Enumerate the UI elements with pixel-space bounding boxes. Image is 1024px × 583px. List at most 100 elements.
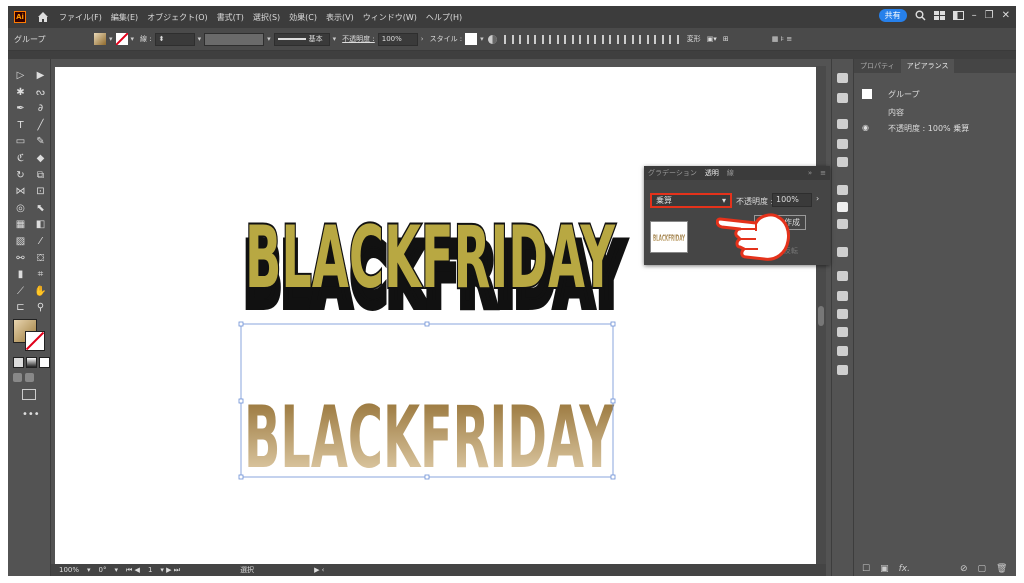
- column-graph-icon[interactable]: ▮: [14, 268, 27, 281]
- symbols-icon[interactable]: [837, 157, 848, 167]
- align-left-icon[interactable]: [503, 34, 514, 44]
- menu-edit[interactable]: 編集(E): [111, 12, 138, 23]
- rectangle-tool-icon[interactable]: ▭: [14, 135, 27, 148]
- zoom-tool-icon[interactable]: ⚲: [34, 301, 47, 314]
- stroke-swatch[interactable]: [25, 331, 45, 351]
- align-bottom-icon[interactable]: [578, 34, 589, 44]
- scroll-thumb[interactable]: [818, 306, 824, 326]
- tab-transparency[interactable]: 透明: [701, 168, 723, 178]
- top-blackfriday-artwork[interactable]: BLACKFRIDAY BLACKFRIDAY: [239, 206, 630, 331]
- tab-gradient[interactable]: グラデーション: [644, 168, 701, 178]
- duplicate-item-icon[interactable]: ▢: [978, 564, 987, 574]
- artboard-number[interactable]: 1: [148, 566, 152, 574]
- object-thumbnail[interactable]: BLACKFRIDAY: [650, 221, 688, 253]
- paintbrush-icon[interactable]: ✎: [34, 135, 47, 148]
- menu-type[interactable]: 書式(T): [217, 12, 244, 23]
- visibility-eye-icon[interactable]: ◉: [862, 123, 869, 132]
- distribute-hcenter-icon[interactable]: [653, 34, 664, 44]
- symbol-sprayer-icon[interactable]: ⛋: [34, 252, 47, 265]
- more-tools-icon[interactable]: •••: [22, 409, 40, 420]
- artboards-icon[interactable]: [837, 247, 848, 257]
- rotation-value[interactable]: 0°: [99, 566, 107, 574]
- distribute-left-icon[interactable]: [638, 34, 649, 44]
- trash-icon[interactable]: 🗑: [996, 564, 1007, 574]
- libraries-icon[interactable]: [837, 73, 848, 83]
- shape-builder-icon[interactable]: ◎: [14, 202, 27, 215]
- eraser-icon[interactable]: ◆: [34, 152, 47, 165]
- menu-select[interactable]: 選択(S): [253, 12, 280, 23]
- bottom-blackfriday-artwork[interactable]: BLACKFRIDAY: [238, 321, 616, 488]
- zoom-level[interactable]: 100%: [59, 566, 79, 574]
- line-tool-icon[interactable]: ╱: [34, 119, 47, 132]
- layers-icon[interactable]: [837, 271, 848, 281]
- share-button[interactable]: 共有: [878, 9, 907, 22]
- menu-window[interactable]: ウィンドウ(W): [363, 12, 417, 23]
- chevron-down-icon[interactable]: ▾: [87, 566, 91, 574]
- menu-file[interactable]: ファイル(F): [59, 12, 102, 23]
- handle-bottom-right[interactable]: [610, 474, 616, 480]
- opacity-label[interactable]: 不透明度 :: [342, 34, 375, 44]
- swatches-icon[interactable]: [837, 185, 848, 195]
- lasso-icon[interactable]: ᔓ: [34, 86, 47, 99]
- align-top-icon[interactable]: [548, 34, 559, 44]
- add-stroke-icon[interactable]: ☐: [862, 564, 870, 574]
- mesh-tool-icon[interactable]: ◧: [34, 218, 47, 231]
- gradient-mode-icon[interactable]: [26, 357, 37, 368]
- chevron-right-icon[interactable]: ›: [421, 35, 424, 43]
- rotate-tool-icon[interactable]: ↻: [14, 169, 27, 182]
- chevron-down-icon[interactable]: ▾: [115, 566, 119, 574]
- hand-tool-icon[interactable]: ✋: [34, 285, 47, 298]
- width-tool-icon[interactable]: ⋈: [14, 185, 27, 198]
- menu-help[interactable]: ヘルプ(H): [426, 12, 462, 23]
- chevron-down-icon[interactable]: ▾: [131, 35, 135, 43]
- blend-tool-icon[interactable]: ⚯: [14, 252, 27, 265]
- isolate-icon[interactable]: ▣▾: [707, 35, 717, 43]
- curvature-tool-icon[interactable]: ∂: [34, 102, 47, 115]
- none-mode-icon[interactable]: [39, 357, 50, 368]
- tab-properties[interactable]: プロパティ: [854, 61, 901, 71]
- workspace-icon[interactable]: [933, 11, 945, 20]
- menu-object[interactable]: オブジェクト(O): [147, 12, 208, 23]
- draw-behind-icon[interactable]: [25, 373, 34, 382]
- free-transform-icon[interactable]: ⊡: [34, 185, 47, 198]
- variable-width-field[interactable]: [204, 32, 265, 46]
- print-tiling-icon[interactable]: ⊏: [14, 301, 27, 314]
- handle-top-left[interactable]: [238, 321, 244, 327]
- color-mode-icon[interactable]: [13, 357, 24, 368]
- panel-collapse-icon[interactable]: »: [804, 169, 816, 177]
- arrange-docs-icon[interactable]: [952, 11, 964, 20]
- distribute-vcenter-icon[interactable]: [608, 34, 619, 44]
- transform-label[interactable]: 変形: [687, 34, 701, 44]
- canvas-area[interactable]: BLACKFRIDAY BLACKFRIDAY BLACKFRIDAY: [51, 59, 826, 564]
- type-tool-icon[interactable]: T: [14, 119, 27, 132]
- draw-normal-icon[interactable]: [13, 373, 22, 382]
- chevron-down-icon[interactable]: ▾: [198, 35, 202, 43]
- handle-middle-right[interactable]: [610, 398, 616, 404]
- handle-top-right[interactable]: [610, 321, 616, 327]
- panel-menu-icon[interactable]: ≡: [816, 169, 830, 177]
- chevron-down-icon[interactable]: ▾: [333, 35, 337, 43]
- scale-tool-icon[interactable]: ⧉: [34, 169, 47, 182]
- brushes-icon[interactable]: [837, 139, 848, 149]
- artboard[interactable]: BLACKFRIDAY BLACKFRIDAY BLACKFRIDAY: [55, 67, 818, 564]
- character-icon[interactable]: [837, 365, 848, 375]
- chevron-right-icon[interactable]: ›: [816, 194, 819, 203]
- handle-middle-left[interactable]: [238, 398, 244, 404]
- selection-tool-icon[interactable]: ▷: [14, 69, 27, 82]
- handle-top-center[interactable]: [424, 321, 430, 327]
- stroke-color-swatch[interactable]: [115, 33, 128, 45]
- opacity-field[interactable]: 100%: [377, 32, 418, 46]
- align-right-icon[interactable]: [533, 34, 544, 44]
- recolor-icon[interactable]: [487, 34, 498, 45]
- graphic-style-swatch[interactable]: [465, 33, 478, 45]
- artboard-tool-icon[interactable]: ⌗: [34, 268, 47, 281]
- perspective-grid-icon[interactable]: ▦: [14, 218, 27, 231]
- vertical-scrollbar[interactable]: [816, 66, 826, 564]
- chevron-down-icon[interactable]: ▾: [480, 35, 484, 43]
- transparency-icon[interactable]: [837, 202, 848, 212]
- pen-tool-icon[interactable]: ✒: [14, 102, 27, 115]
- clear-appearance-icon[interactable]: ⊘: [960, 564, 968, 574]
- appearance-contents-label[interactable]: 内容: [888, 107, 904, 118]
- menu-effect[interactable]: 効果(C): [289, 12, 317, 23]
- chevron-down-icon[interactable]: ▾: [109, 35, 113, 43]
